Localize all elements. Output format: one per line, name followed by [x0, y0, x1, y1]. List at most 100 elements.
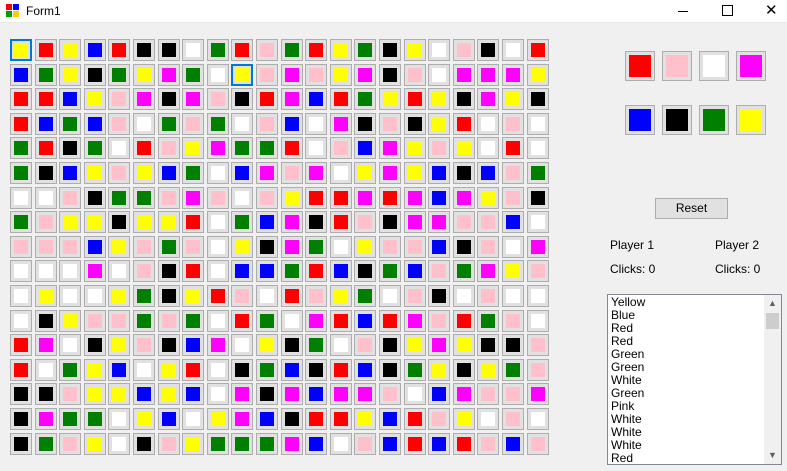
grid-cell[interactable]: [305, 310, 327, 332]
grid-cell[interactable]: [428, 64, 450, 86]
grid-cell[interactable]: [428, 162, 450, 184]
grid-cell[interactable]: [281, 39, 303, 61]
grid-cell[interactable]: [10, 334, 32, 356]
grid-cell[interactable]: [330, 64, 352, 86]
grid-cell[interactable]: [305, 408, 327, 430]
grid-cell[interactable]: [502, 211, 524, 233]
grid-cell[interactable]: [379, 260, 401, 282]
grid-cell[interactable]: [35, 187, 57, 209]
grid-cell[interactable]: [379, 64, 401, 86]
grid-cell[interactable]: [59, 137, 81, 159]
grid-cell[interactable]: [133, 162, 155, 184]
grid-cell[interactable]: [281, 137, 303, 159]
grid-cell[interactable]: [59, 359, 81, 381]
grid-cell[interactable]: [502, 334, 524, 356]
grid-cell[interactable]: [330, 88, 352, 110]
grid-cell[interactable]: [404, 285, 426, 307]
grid-cell[interactable]: [158, 211, 180, 233]
grid-cell[interactable]: [477, 137, 499, 159]
grid-cell[interactable]: [59, 310, 81, 332]
grid-cell[interactable]: [35, 359, 57, 381]
grid-cell[interactable]: [108, 260, 130, 282]
grid-cell[interactable]: [527, 211, 549, 233]
grid-cell[interactable]: [256, 285, 278, 307]
grid-cell[interactable]: [305, 260, 327, 282]
grid-cell[interactable]: [305, 433, 327, 455]
scroll-thumb[interactable]: [766, 313, 779, 329]
grid-cell[interactable]: [158, 162, 180, 184]
grid-cell[interactable]: [182, 113, 204, 135]
grid-cell[interactable]: [158, 64, 180, 86]
grid-cell[interactable]: [379, 408, 401, 430]
grid-cell[interactable]: [453, 88, 475, 110]
palette-yellow-button[interactable]: [736, 105, 766, 135]
grid-cell[interactable]: [84, 236, 106, 258]
minimize-button[interactable]: [661, 0, 705, 22]
grid-cell[interactable]: [35, 285, 57, 307]
grid-cell[interactable]: [158, 359, 180, 381]
grid-cell[interactable]: [477, 359, 499, 381]
grid-cell[interactable]: [354, 137, 376, 159]
grid-cell[interactable]: [158, 285, 180, 307]
grid-cell[interactable]: [207, 162, 229, 184]
grid-cell[interactable]: [379, 137, 401, 159]
palette-blue-button[interactable]: [625, 105, 655, 135]
grid-cell[interactable]: [231, 187, 253, 209]
grid-cell[interactable]: [231, 310, 253, 332]
grid-cell[interactable]: [354, 334, 376, 356]
grid-cell[interactable]: [527, 359, 549, 381]
grid-cell[interactable]: [477, 236, 499, 258]
grid-cell[interactable]: [59, 88, 81, 110]
grid-cell[interactable]: [502, 359, 524, 381]
grid-cell[interactable]: [84, 383, 106, 405]
grid-cell[interactable]: [84, 285, 106, 307]
grid-cell[interactable]: [182, 285, 204, 307]
grid-cell[interactable]: [256, 408, 278, 430]
grid-cell[interactable]: [404, 88, 426, 110]
grid-cell[interactable]: [330, 408, 352, 430]
grid-cell[interactable]: [404, 408, 426, 430]
grid-cell[interactable]: [133, 383, 155, 405]
grid-cell[interactable]: [404, 187, 426, 209]
grid-cell[interactable]: [527, 334, 549, 356]
grid-cell[interactable]: [281, 433, 303, 455]
grid-cell[interactable]: [59, 433, 81, 455]
grid-cell[interactable]: [502, 310, 524, 332]
grid-cell[interactable]: [305, 113, 327, 135]
grid-cell[interactable]: [84, 137, 106, 159]
grid-cell[interactable]: [428, 260, 450, 282]
grid-cell[interactable]: [108, 113, 130, 135]
grid-cell[interactable]: [10, 162, 32, 184]
grid-cell[interactable]: [527, 88, 549, 110]
grid-cell[interactable]: [379, 162, 401, 184]
grid-cell[interactable]: [453, 137, 475, 159]
grid-cell[interactable]: [10, 88, 32, 110]
grid-cell[interactable]: [453, 162, 475, 184]
grid-cell[interactable]: [281, 334, 303, 356]
grid-cell[interactable]: [527, 408, 549, 430]
grid-cell[interactable]: [477, 162, 499, 184]
grid-cell[interactable]: [527, 64, 549, 86]
grid-cell[interactable]: [108, 285, 130, 307]
grid-cell[interactable]: [404, 310, 426, 332]
grid-cell[interactable]: [182, 334, 204, 356]
grid-cell[interactable]: [428, 113, 450, 135]
grid-cell[interactable]: [330, 236, 352, 258]
grid-cell[interactable]: [231, 236, 253, 258]
grid-cell[interactable]: [453, 211, 475, 233]
grid-cell[interactable]: [354, 162, 376, 184]
palette-green-button[interactable]: [699, 105, 729, 135]
grid-cell[interactable]: [404, 211, 426, 233]
grid-cell[interactable]: [527, 39, 549, 61]
grid-cell[interactable]: [35, 310, 57, 332]
grid-cell[interactable]: [477, 64, 499, 86]
grid-cell[interactable]: [404, 383, 426, 405]
grid-cell[interactable]: [428, 359, 450, 381]
grid-cell[interactable]: [281, 310, 303, 332]
grid-cell[interactable]: [207, 88, 229, 110]
grid-cell[interactable]: [379, 334, 401, 356]
grid-cell[interactable]: [108, 334, 130, 356]
grid-cell[interactable]: [453, 433, 475, 455]
grid-cell[interactable]: [305, 137, 327, 159]
grid-cell[interactable]: [231, 162, 253, 184]
